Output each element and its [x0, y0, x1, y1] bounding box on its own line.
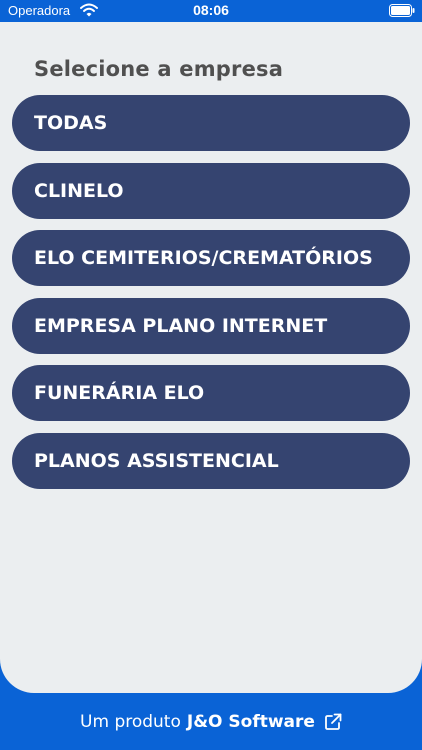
footer-prefix: Um produto [80, 711, 181, 732]
company-button-planos-assistencial[interactable]: PLANOS ASSISTENCIAL [12, 432, 410, 489]
external-link-icon [325, 713, 342, 730]
status-bar: Operadora 08:06 [0, 0, 422, 22]
footer-link[interactable]: Um produto J&O Software [0, 693, 422, 750]
status-time: 08:06 [193, 2, 229, 18]
company-button-empresa-plano-internet[interactable]: EMPRESA PLANO INTERNET [12, 297, 410, 354]
page-title: Selecione a empresa [34, 57, 284, 81]
company-button-clinelo[interactable]: CLINELO [12, 162, 410, 219]
battery-icon [389, 4, 415, 17]
company-button-elo-cemiterios[interactable]: ELO CEMITERIOS/CREMATÓRIOS [12, 230, 410, 287]
main-content: Selecione a empresa TODAS CLINELO ELO CE… [0, 22, 422, 693]
company-list: TODAS CLINELO ELO CEMITERIOS/CREMATÓRIOS… [12, 95, 410, 501]
footer-brand: J&O Software [186, 711, 315, 732]
company-button-funeraria-elo[interactable]: FUNERÁRIA ELO [12, 365, 410, 422]
company-button-todas[interactable]: TODAS [12, 95, 410, 151]
